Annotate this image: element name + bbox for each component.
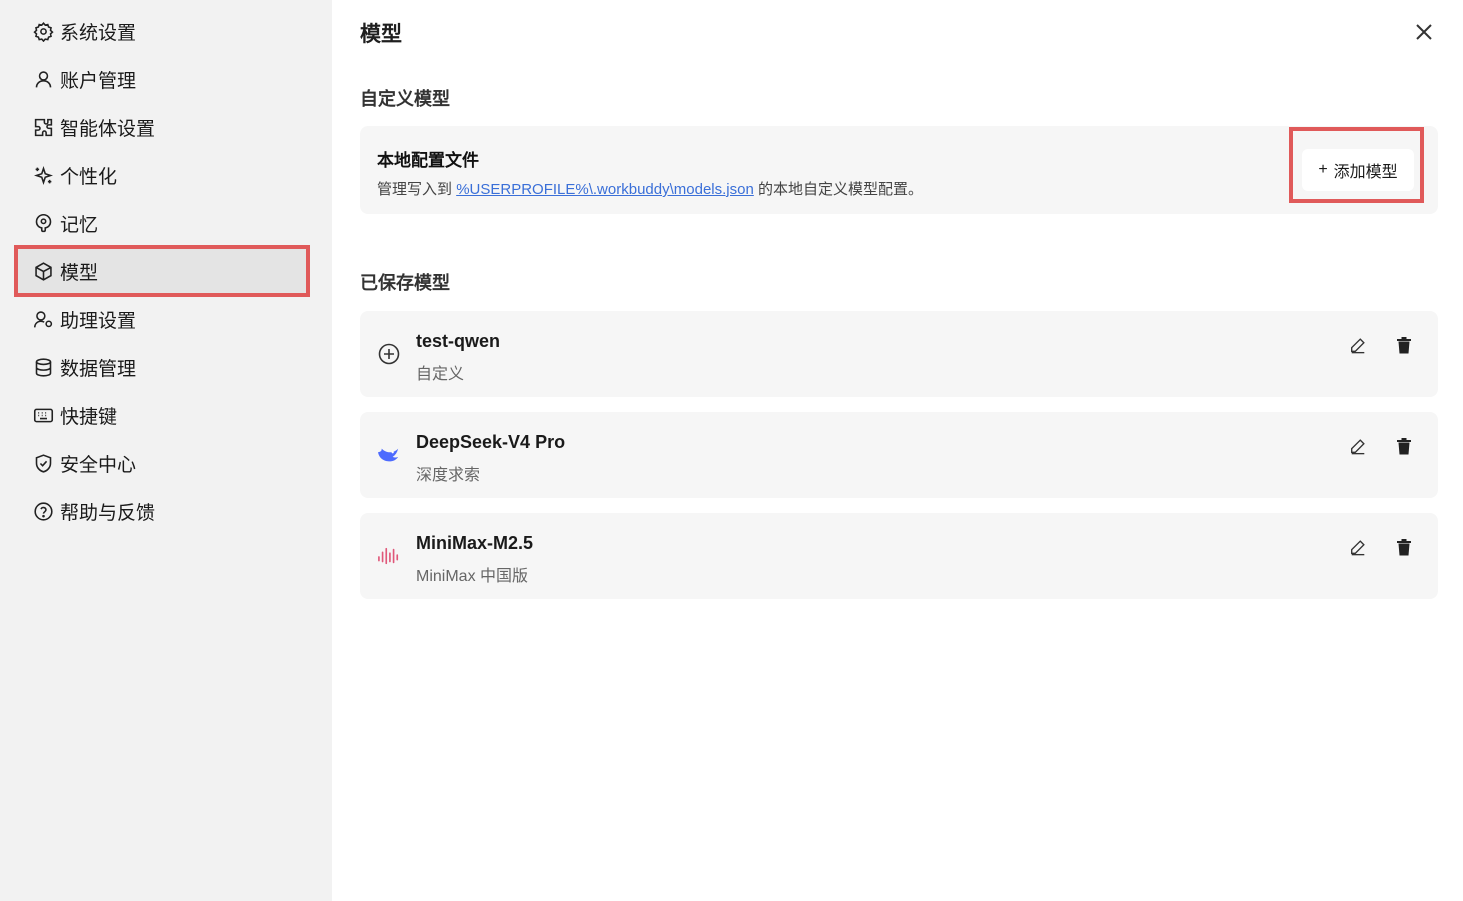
delete-button[interactable] [1396,336,1412,354]
sidebar-item-label: 账户管理 [60,70,137,92]
delete-button[interactable] [1396,538,1412,556]
add-model-button[interactable]: + 添加模型 [1302,149,1414,191]
desc-prefix: 管理写入到 [377,181,453,198]
sidebar-item-label: 系统设置 [60,22,137,44]
brain-icon [32,212,54,234]
sidebar-item-personalization[interactable]: 个性化 [14,151,310,199]
edit-button[interactable] [1349,538,1367,556]
sidebar-item-label: 帮助与反馈 [60,502,156,524]
sidebar-item-label: 个性化 [60,166,118,188]
trash-icon [1397,438,1411,455]
sidebar-item-models[interactable]: 模型 [14,245,310,297]
help-icon [32,500,54,522]
model-provider: 自定义 [416,366,465,383]
edit-button[interactable] [1349,437,1367,455]
add-circle-icon [376,341,402,367]
trash-icon [1397,539,1411,556]
saved-models-heading: 已保存模型 [360,273,450,293]
sidebar-item-label: 安全中心 [60,454,137,476]
models-panel: 模型 自定义模型 本地配置文件 管理写入到 %USERPROFILE%\.wor… [332,0,1463,901]
shield-icon [32,452,54,474]
pencil-icon [1351,439,1365,455]
user-icon [32,68,54,90]
sidebar-item-account[interactable]: 账户管理 [14,55,310,103]
model-card-minimax[interactable]: MiniMax-M2.5 MiniMax 中国版 [360,513,1438,599]
sidebar-item-agent-settings[interactable]: 智能体设置 [14,103,310,151]
model-provider: MiniMax 中国版 [416,568,529,585]
config-title: 本地配置文件 [377,151,479,170]
sidebar-item-system-settings[interactable]: 系统设置 [14,7,310,55]
deepseek-whale-icon [376,442,402,468]
model-name: test-qwen [416,331,501,351]
config-description: 管理写入到 %USERPROFILE%\.workbuddy\models.js… [377,178,923,199]
model-provider: 深度求索 [416,467,481,484]
cube-icon [32,260,54,282]
sidebar-item-label: 数据管理 [60,358,137,380]
user-gear-icon [32,308,54,330]
sidebar-item-label: 智能体设置 [60,118,156,140]
gear-icon [32,20,54,42]
edit-button[interactable] [1349,336,1367,354]
close-icon [1416,24,1432,40]
model-card-deepseek[interactable]: DeepSeek-V4 Pro 深度求索 [360,412,1438,498]
sidebar-item-label: 模型 [60,262,99,284]
sidebar-item-shortcuts[interactable]: 快捷键 [14,391,310,439]
delete-button[interactable] [1396,437,1412,455]
database-icon [32,356,54,378]
sidebar-item-security[interactable]: 安全中心 [14,439,310,487]
keyboard-icon [32,404,54,426]
custom-models-heading: 自定义模型 [360,89,450,109]
desc-suffix: 的本地自定义模型配置。 [757,181,923,198]
minimax-wave-icon [376,543,402,569]
sidebar-item-assistant-settings[interactable]: 助理设置 [14,295,310,343]
sidebar-item-label: 快捷键 [60,406,118,428]
sidebar-item-memory[interactable]: 记忆 [14,199,310,247]
config-file-link[interactable]: %USERPROFILE%\.workbuddy\models.json [456,181,754,198]
pencil-icon [1351,338,1365,354]
page-title: 模型 [360,23,402,46]
pencil-icon [1351,540,1365,556]
trash-icon [1397,337,1411,354]
sidebar-item-help-feedback[interactable]: 帮助与反馈 [14,487,310,535]
sidebar-item-data-management[interactable]: 数据管理 [14,343,310,391]
sparkle-icon [32,164,54,186]
close-button[interactable] [1412,20,1436,44]
sidebar-item-label: 助理设置 [60,310,137,332]
model-card-test-qwen[interactable]: test-qwen 自定义 [360,311,1438,397]
model-name: MiniMax-M2.5 [416,533,534,553]
settings-sidebar: 系统设置 账户管理 智能体设置 个性化 记忆 模型 助理设置 数据管理 快捷键 … [0,0,332,901]
local-config-card: 本地配置文件 管理写入到 %USERPROFILE%\.workbuddy\mo… [360,126,1438,214]
add-model-label: 添加模型 [1333,164,1398,181]
puzzle-icon [32,116,54,138]
plus-icon: + [1318,161,1328,178]
sidebar-item-label: 记忆 [60,214,99,236]
model-name: DeepSeek-V4 Pro [416,432,566,452]
